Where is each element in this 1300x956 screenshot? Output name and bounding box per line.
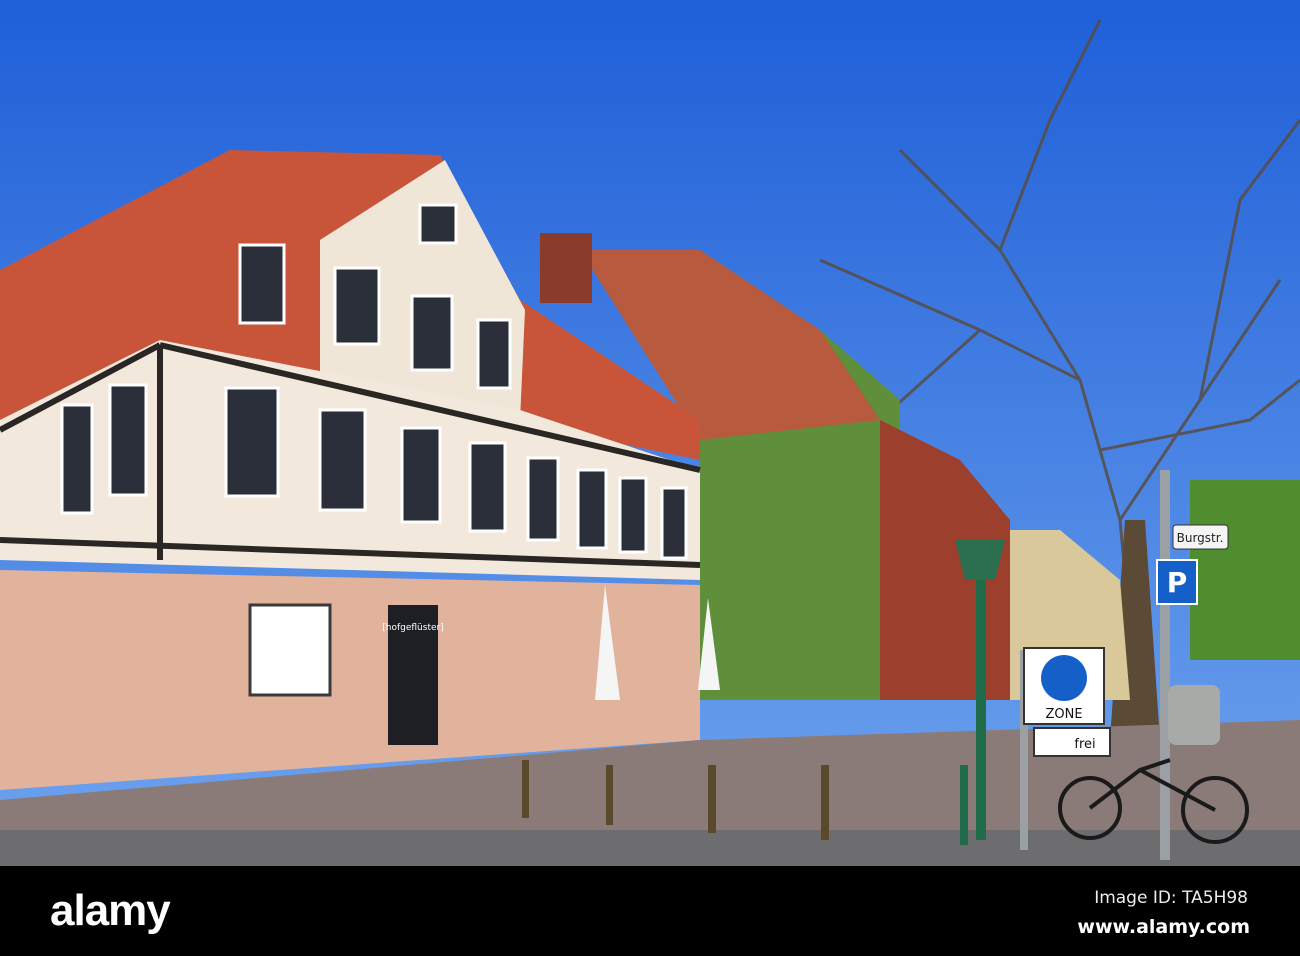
street-sign-text: Burgstr. [1177, 531, 1224, 545]
sign-pole [1160, 470, 1170, 860]
trash-bin [1168, 685, 1220, 745]
lamp-post [976, 570, 986, 840]
bike-sign-text: frei [1074, 737, 1095, 752]
image-id: Image ID: TA5H98 [1094, 888, 1248, 908]
chimney [540, 233, 592, 303]
green-trees [1190, 480, 1300, 660]
ground-window [248, 603, 332, 697]
bike-sign [1033, 727, 1111, 757]
parking-sign-text: P [1167, 566, 1188, 599]
watermark-bar: alamy Image ID: TA5H98 www.alamy.com [0, 866, 1300, 956]
site-url: www.alamy.com [1077, 916, 1250, 938]
alamy-logo: alamy [50, 886, 171, 935]
pedestrian-icon [1041, 655, 1087, 701]
zone-sign-text: ZONE [1045, 707, 1082, 722]
shop-sign: [hofgeflüster] [382, 623, 443, 633]
street-photo: [hofgeflüster] Burgstr. P ZONE frei [0, 0, 1300, 866]
